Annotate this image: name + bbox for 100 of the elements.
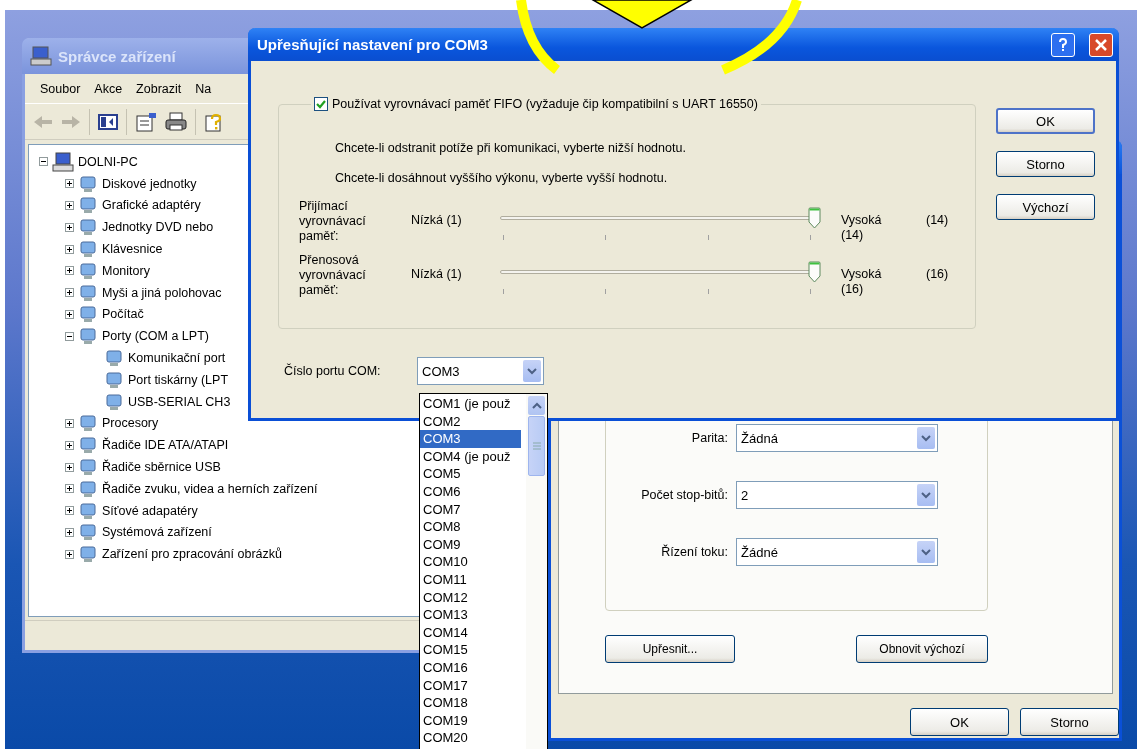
tree-item[interactable]: Systémová zařízení bbox=[102, 525, 212, 540]
tree-item[interactable]: Monitory bbox=[102, 263, 150, 278]
list-option[interactable]: COM13 bbox=[420, 606, 521, 624]
device-icon bbox=[78, 436, 98, 455]
tree-item[interactable]: Řadiče zvuku, videa a herních zařízení bbox=[102, 481, 318, 496]
cancel-button[interactable]: Storno bbox=[996, 151, 1095, 177]
window-title: Správce zařízení bbox=[58, 47, 176, 65]
list-option[interactable]: COM11 bbox=[420, 570, 521, 589]
dropdown-field[interactable]: Žádná bbox=[736, 424, 938, 452]
device-icon bbox=[78, 283, 98, 302]
tree-item[interactable]: Procesory bbox=[102, 416, 159, 431]
tree-item[interactable]: Síťové adapatéry bbox=[102, 503, 198, 518]
list-option[interactable]: COM4 (je použ bbox=[420, 447, 521, 466]
expand-toggle[interactable] bbox=[65, 418, 74, 428]
hint-text: Chcete-li dosáhnout vyššího výkonu, vyberte vyšší hodnotu. bbox=[335, 171, 669, 185]
tree-item[interactable]: Řadiče sběrnice USB bbox=[102, 460, 221, 475]
dropdown-field[interactable]: 2 bbox=[736, 481, 938, 509]
list-option[interactable]: COM19 bbox=[420, 711, 521, 730]
expand-toggle[interactable] bbox=[65, 288, 74, 298]
tree-item[interactable]: Grafické adaptéry bbox=[102, 198, 201, 213]
menu-item[interactable]: Soubor bbox=[33, 81, 88, 96]
list-option[interactable]: COM1 (je použ bbox=[420, 395, 521, 413]
expand-toggle[interactable] bbox=[65, 527, 74, 537]
tree-item[interactable]: Porty (COM a LPT) bbox=[102, 329, 209, 344]
device-icon bbox=[104, 370, 124, 389]
list-option[interactable]: COM5 bbox=[420, 465, 521, 483]
value-reading: (14) bbox=[926, 212, 949, 227]
tree-item[interactable]: Zařízení pro zpracování obrázků bbox=[102, 547, 282, 562]
expand-toggle[interactable] bbox=[65, 484, 74, 494]
properties-icon[interactable] bbox=[135, 111, 157, 132]
slider-thumb[interactable] bbox=[808, 261, 821, 283]
port-dropdown[interactable]: COM3 bbox=[417, 357, 544, 385]
slider-thumb[interactable] bbox=[808, 207, 821, 229]
expand-toggle[interactable] bbox=[65, 266, 74, 276]
field-label: Řízení toku: bbox=[660, 545, 728, 559]
collapse-toggle[interactable] bbox=[65, 331, 74, 341]
dropdown-field[interactable]: Žádné bbox=[736, 538, 938, 566]
scroll-up-button[interactable] bbox=[528, 396, 545, 415]
tree-item[interactable]: DOLNI-PC bbox=[78, 154, 138, 169]
plus-icon bbox=[66, 223, 73, 231]
expand-toggle[interactable] bbox=[65, 549, 74, 559]
list-option[interactable]: COM3 bbox=[420, 430, 521, 448]
list-option[interactable]: COM15 bbox=[420, 641, 521, 659]
device-icon bbox=[78, 479, 98, 498]
scrollbar-thumb[interactable] bbox=[528, 416, 545, 476]
defaults-button[interactable]: Výchozí bbox=[996, 194, 1095, 220]
close-button[interactable] bbox=[1089, 32, 1113, 57]
tree-item[interactable]: USB-SERIAL CH3 bbox=[128, 394, 231, 409]
menu-item[interactable]: Akce bbox=[87, 81, 130, 96]
advanced-button[interactable]: Upřesnit... bbox=[605, 635, 735, 663]
tree-item[interactable]: Port tiskárny (LPT bbox=[128, 372, 229, 387]
tree-item[interactable]: Komunikační port bbox=[128, 351, 226, 366]
tree-item[interactable]: Řadiče IDE ATA/ATAPI bbox=[102, 438, 229, 453]
slider-label: Přenosová vyrovnávací paměť: bbox=[299, 253, 367, 298]
list-option[interactable]: COM18 bbox=[420, 694, 521, 712]
list-option[interactable]: COM8 bbox=[420, 518, 521, 536]
min-label: Nízká (1) bbox=[411, 266, 463, 281]
list-option[interactable]: COM7 bbox=[420, 500, 521, 519]
expand-toggle[interactable] bbox=[65, 244, 74, 254]
panel-icon[interactable] bbox=[98, 113, 118, 130]
tree-item[interactable]: Diskové jednotky bbox=[102, 176, 197, 191]
expand-toggle[interactable] bbox=[65, 462, 74, 472]
collapse-toggle[interactable] bbox=[39, 157, 48, 167]
expand-toggle[interactable] bbox=[65, 222, 74, 232]
caret-up-icon bbox=[531, 402, 542, 409]
tree-item[interactable]: Počítač bbox=[102, 307, 144, 322]
restore-defaults-button[interactable]: Obnovit výchozí bbox=[856, 635, 988, 663]
list-option[interactable]: COM17 bbox=[420, 676, 521, 695]
list-option[interactable]: COM9 bbox=[420, 535, 521, 554]
plus-icon bbox=[66, 245, 73, 253]
list-option[interactable]: COM16 bbox=[420, 658, 521, 677]
plus-icon bbox=[66, 202, 73, 209]
device-icon bbox=[78, 501, 98, 520]
device-icon bbox=[78, 240, 98, 259]
expand-toggle[interactable] bbox=[65, 506, 74, 516]
tree-item[interactable]: Klávesnice bbox=[102, 242, 163, 257]
ok-button[interactable]: OK bbox=[996, 108, 1095, 134]
list-option[interactable]: COM14 bbox=[420, 623, 521, 642]
expand-toggle[interactable] bbox=[65, 179, 74, 189]
expand-toggle[interactable] bbox=[65, 309, 74, 319]
printer-icon[interactable] bbox=[165, 111, 187, 132]
tree-item[interactable]: Jednotky DVD nebo bbox=[102, 220, 214, 235]
checkbox[interactable] bbox=[314, 97, 328, 111]
help-button[interactable] bbox=[1051, 32, 1075, 57]
cancel-button[interactable]: Storno bbox=[1020, 708, 1119, 736]
list-option[interactable]: COM2 bbox=[420, 412, 521, 431]
list-option[interactable]: COM6 bbox=[420, 482, 521, 501]
list-option[interactable]: COM10 bbox=[420, 553, 521, 571]
max-label: Vysoká (14) bbox=[841, 212, 883, 243]
value-reading: (16) bbox=[926, 266, 949, 281]
expand-toggle[interactable] bbox=[65, 440, 74, 450]
menu-item[interactable]: Na bbox=[188, 81, 219, 96]
expand-toggle[interactable] bbox=[65, 201, 74, 210]
ok-button[interactable]: OK bbox=[910, 708, 1009, 736]
list-option[interactable]: COM20 bbox=[420, 729, 521, 747]
plus-icon bbox=[66, 310, 73, 318]
menu-item[interactable]: Zobrazit bbox=[129, 81, 189, 96]
list-option[interactable]: COM12 bbox=[420, 588, 521, 607]
tree-item[interactable]: Myši a jiná polohovac bbox=[102, 285, 222, 300]
plus-icon bbox=[66, 507, 73, 515]
